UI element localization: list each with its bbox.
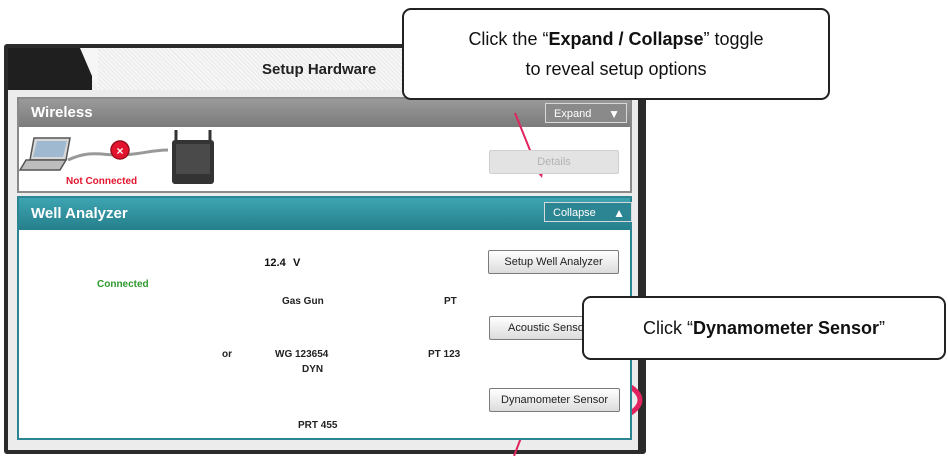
wireless-status: Not Connected bbox=[66, 176, 138, 187]
gas-gun-id: WG 123654 bbox=[275, 349, 329, 360]
callout-expand-collapse: Click the “Expand / Collapse” toggle to … bbox=[402, 8, 830, 100]
laptop-icon bbox=[18, 137, 71, 171]
setup-well-analyzer-button[interactable]: Setup Well Analyzer bbox=[488, 250, 619, 274]
wireless-router-icon bbox=[172, 130, 214, 184]
battery-unit: V bbox=[293, 257, 301, 269]
callout-dynamometer: Click “Dynamometer Sensor” bbox=[582, 296, 946, 360]
battery-voltage: 12.4 bbox=[264, 257, 286, 269]
gas-gun-label: Gas Gun bbox=[282, 296, 324, 307]
details-button[interactable]: Details bbox=[489, 150, 619, 174]
well-analyzer-header: Well Analyzer bbox=[19, 198, 630, 230]
or-label: or bbox=[222, 349, 232, 360]
chevron-up-icon: ▲ bbox=[613, 206, 625, 220]
disconnected-icon: × bbox=[110, 140, 130, 160]
dynamometer-sensor-button[interactable]: Dynamometer Sensor bbox=[489, 388, 620, 412]
callout-top-line1: Click the “Expand / Collapse” toggle bbox=[468, 29, 764, 49]
dyn-id: PRT 455 bbox=[298, 420, 338, 431]
collapse-label: Collapse bbox=[553, 207, 596, 219]
pt-id: PT 123 bbox=[428, 349, 461, 360]
callout-top-line2: to reveal setup options bbox=[525, 59, 707, 79]
svg-text:×: × bbox=[116, 144, 123, 158]
pt-label: PT bbox=[444, 296, 457, 307]
well-analyzer-collapse-toggle[interactable]: Collapse ▲ bbox=[544, 202, 632, 222]
connection-status: Connected bbox=[97, 279, 149, 290]
dyn-label: DYN bbox=[302, 364, 324, 375]
